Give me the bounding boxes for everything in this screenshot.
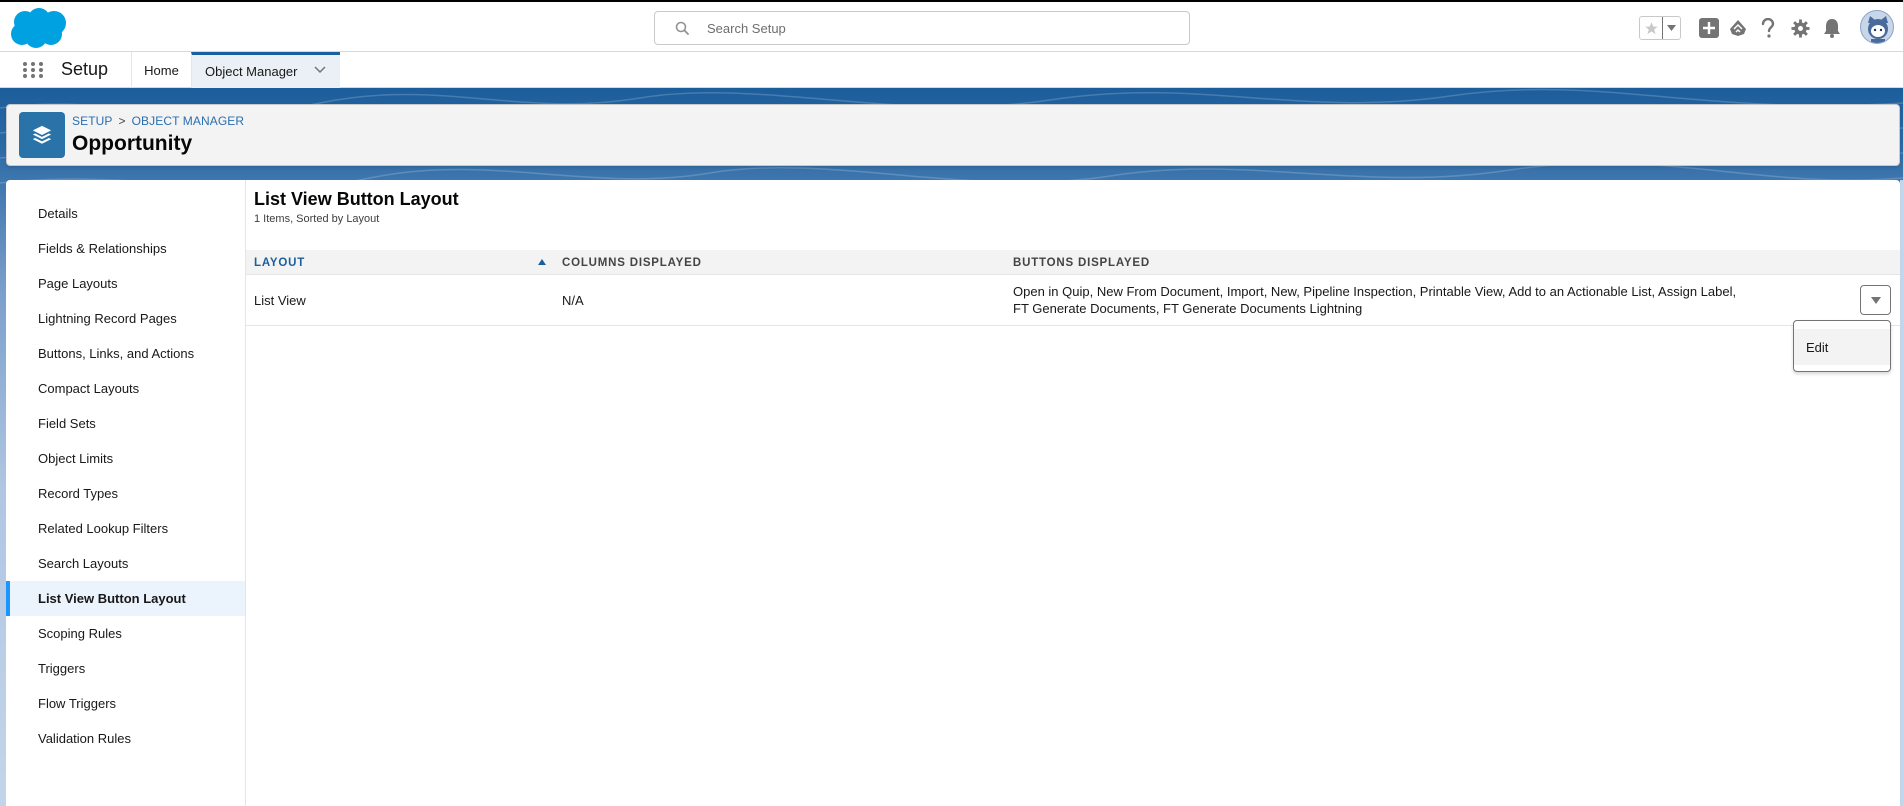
- help-icon: [1761, 18, 1775, 38]
- tab-object-manager-label: Object Manager: [205, 64, 298, 79]
- favorites-group: [1639, 16, 1681, 40]
- sidebar-item-related-lookup-filters[interactable]: Related Lookup Filters: [6, 511, 245, 546]
- column-header-buttons-displayed[interactable]: Buttons Displayed: [1013, 250, 1613, 275]
- tab-home[interactable]: Home: [131, 52, 191, 88]
- sidebar-item-buttons-links-actions[interactable]: Buttons, Links, and Actions: [6, 336, 245, 371]
- breadcrumb: SETUP > OBJECT MANAGER: [72, 114, 244, 128]
- row-actions-button[interactable]: [1860, 285, 1891, 315]
- table-header: Layout Columns Displayed Buttons Display…: [246, 250, 1900, 275]
- favorites-list-button[interactable]: [1663, 17, 1680, 39]
- sidebar-item-fields-relationships[interactable]: Fields & Relationships: [6, 231, 245, 266]
- sidebar-item-triggers[interactable]: Triggers: [6, 651, 245, 686]
- sidebar-item-search-layouts[interactable]: Search Layouts: [6, 546, 245, 581]
- cell-buttons-displayed-line1: Open in Quip, New From Document, Import,…: [1013, 284, 1737, 299]
- global-actions-button[interactable]: [1697, 16, 1721, 40]
- sidebar-item-field-sets[interactable]: Field Sets: [6, 406, 245, 441]
- layers-icon: [32, 125, 52, 144]
- sidebar-item-lightning-record-pages[interactable]: Lightning Record Pages: [6, 301, 245, 336]
- sidebar-item-compact-layouts[interactable]: Compact Layouts: [6, 371, 245, 406]
- breadcrumb-separator: >: [118, 114, 126, 128]
- star-icon: [1644, 21, 1658, 34]
- context-navigation: Setup Home Object Manager: [0, 52, 1903, 88]
- setup-menu-button[interactable]: [1788, 16, 1812, 40]
- caret-down-icon: [1870, 296, 1881, 304]
- menu-item-edit[interactable]: Edit: [1794, 329, 1890, 365]
- trailhead-mountain-icon: [1730, 20, 1746, 36]
- sidebar-item-page-layouts[interactable]: Page Layouts: [6, 266, 245, 301]
- sidebar-item-flow-triggers[interactable]: Flow Triggers: [6, 686, 245, 721]
- app-name: Setup: [61, 59, 109, 79]
- global-header: [0, 0, 1903, 52]
- column-header-buttons-displayed-label: Buttons Displayed: [1013, 256, 1150, 269]
- gear-icon: [1790, 18, 1810, 38]
- sidebar-item-list-view-button-layout[interactable]: List View Button Layout: [6, 581, 245, 616]
- search-setup-field[interactable]: [654, 11, 1190, 45]
- bell-icon: [1824, 19, 1840, 38]
- sidebar-item-details[interactable]: Details: [6, 196, 245, 231]
- main-content: List View Button Layout 1 Items, Sorted …: [246, 180, 1900, 806]
- row-actions-menu: Edit: [1793, 320, 1891, 372]
- cell-buttons-displayed: Open in Quip, New From Document, Import,…: [1013, 283, 1736, 317]
- salesforce-logo[interactable]: [8, 7, 68, 49]
- column-header-columns-displayed-label: Columns Displayed: [562, 256, 702, 269]
- cell-columns-displayed: N/A: [562, 293, 584, 308]
- page-title: List View Button Layout: [254, 189, 459, 209]
- breadcrumb-setup-link[interactable]: SETUP: [72, 114, 113, 128]
- sidebar-item-object-limits[interactable]: Object Limits: [6, 441, 245, 476]
- caret-down-icon: [1667, 25, 1677, 31]
- chevron-down-icon[interactable]: [314, 66, 326, 74]
- trailhead-guidance-button[interactable]: [1726, 16, 1750, 40]
- sidebar-item-scoping-rules[interactable]: Scoping Rules: [6, 616, 245, 651]
- object-header: SETUP > OBJECT MANAGER Opportunity: [6, 104, 1900, 166]
- search-setup-input[interactable]: [707, 12, 1177, 44]
- tab-home-label: Home: [144, 62, 179, 78]
- breadcrumb-object-manager-link[interactable]: OBJECT MANAGER: [132, 114, 245, 128]
- object-sidebar: Details Fields & Relationships Page Layo…: [6, 180, 246, 806]
- object-title: Opportunity: [72, 132, 193, 155]
- notifications-button[interactable]: [1820, 16, 1844, 40]
- table-row: List View N/A Open in Quip, New From Doc…: [246, 275, 1900, 326]
- app-launcher-icon[interactable]: [22, 61, 44, 79]
- add-icon: [1699, 18, 1719, 38]
- tab-object-manager[interactable]: Object Manager: [191, 52, 340, 88]
- search-icon: [675, 21, 689, 35]
- favorites-star-button[interactable]: [1640, 17, 1664, 39]
- object-icon-tile: [19, 112, 65, 158]
- help-button[interactable]: [1756, 16, 1780, 40]
- column-header-columns-displayed[interactable]: Columns Displayed: [562, 250, 962, 275]
- astro-avatar-icon: [1868, 16, 1888, 43]
- sidebar-item-validation-rules[interactable]: Validation Rules: [6, 721, 245, 756]
- sidebar-item-record-types[interactable]: Record Types: [6, 476, 245, 511]
- column-header-layout-label: Layout: [254, 256, 306, 269]
- sort-ascending-icon[interactable]: [538, 259, 546, 265]
- user-avatar[interactable]: [1860, 10, 1894, 44]
- list-summary: 1 Items, Sorted by Layout: [254, 213, 380, 225]
- cell-buttons-displayed-line2: FT Generate Documents, FT Generate Docum…: [1013, 301, 1363, 316]
- column-header-layout[interactable]: Layout: [254, 250, 554, 275]
- cell-layout[interactable]: List View: [254, 292, 306, 309]
